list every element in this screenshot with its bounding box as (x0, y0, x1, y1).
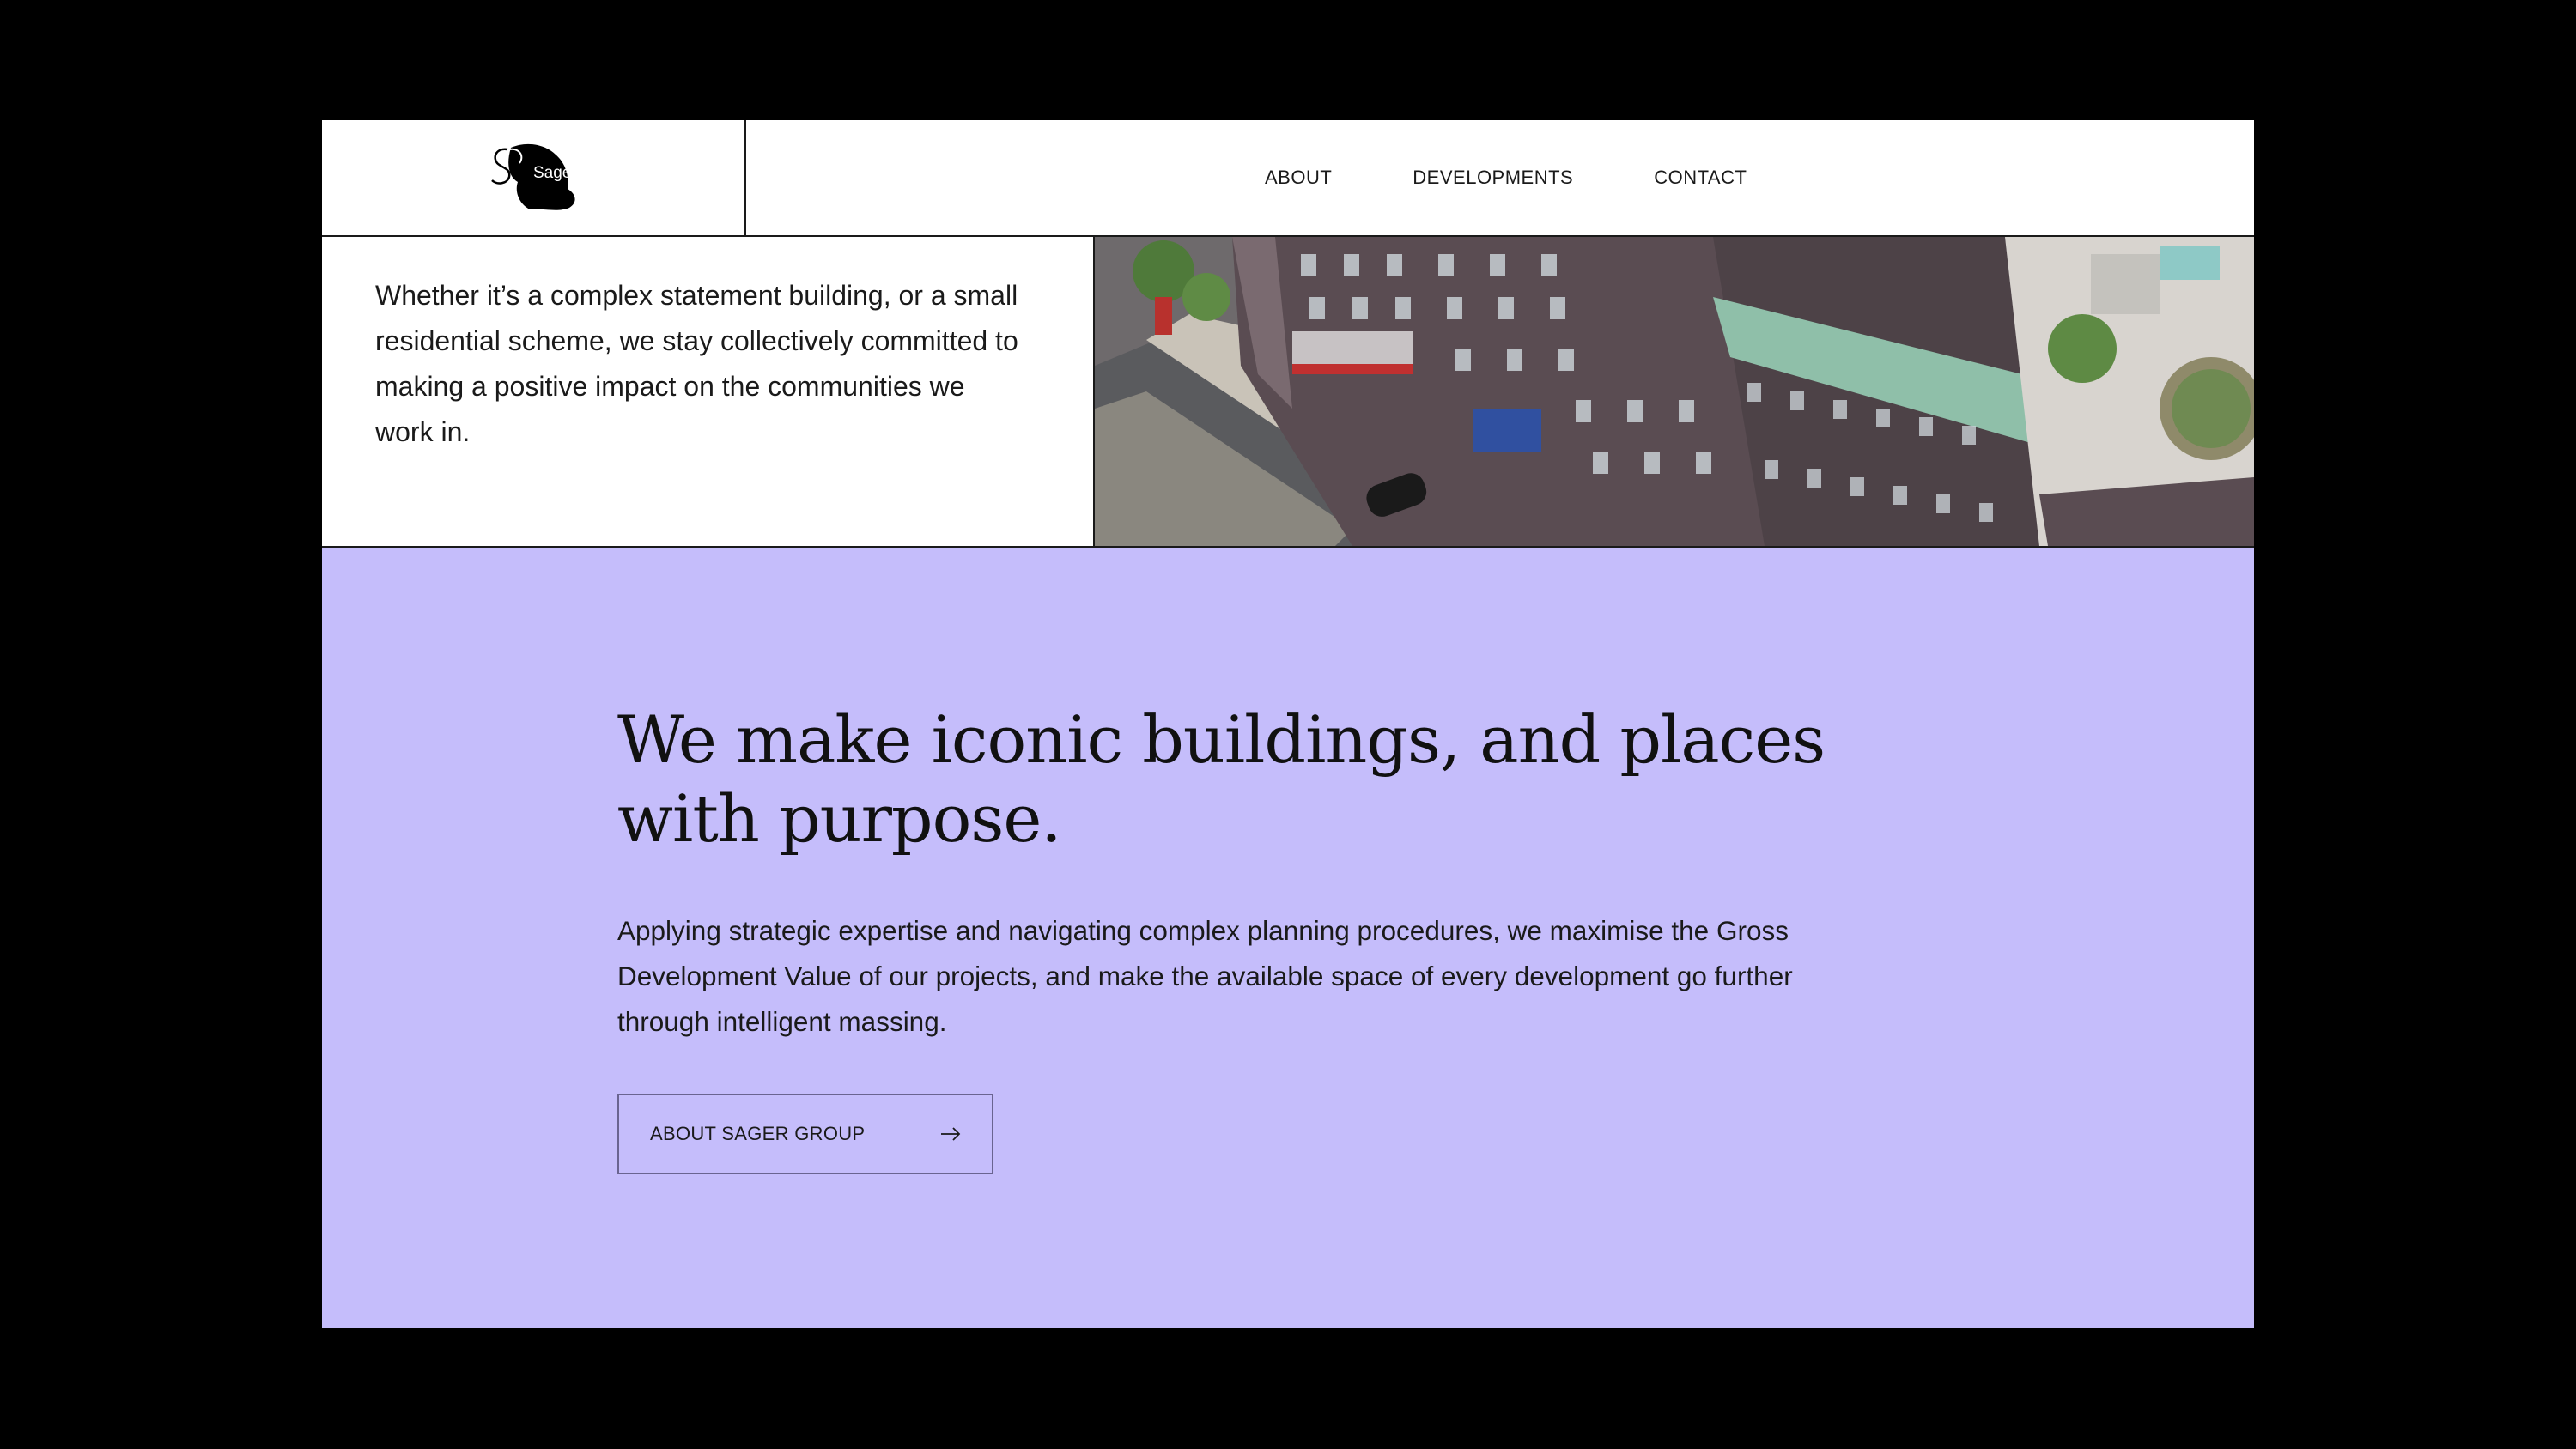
website-frame: Sager ABOUT DEVELOPMENTS CONTACT Whether… (322, 120, 2254, 1328)
section-body: Applying strategic expertise and navigat… (617, 915, 1793, 1037)
intro-paragraph: Whether it’s a complex statement buildin… (375, 280, 1018, 447)
arrow-right-icon (941, 1127, 961, 1141)
intro-text-cell: Whether it’s a complex statement buildin… (322, 237, 1095, 546)
purpose-section: We make iconic buildings, and places wit… (322, 548, 2254, 1328)
about-sager-group-button[interactable]: ABOUT SAGER GROUP (617, 1094, 993, 1174)
intro-section: Whether it’s a complex statement buildin… (322, 237, 2254, 548)
logo-cell: Sager (322, 120, 746, 235)
section-headline: We make iconic buildings, and places wit… (617, 701, 1826, 857)
logo-text: Sager (533, 164, 577, 182)
nav-item-about[interactable]: ABOUT (1265, 167, 1332, 189)
nav-item-developments[interactable]: DEVELOPMENTS (1413, 167, 1573, 189)
sager-logo[interactable]: Sager (485, 139, 580, 213)
nav-item-contact[interactable]: CONTACT (1654, 167, 1747, 189)
aerial-building-photo (1095, 237, 2254, 546)
cta-label: ABOUT SAGER GROUP (650, 1123, 866, 1144)
site-header: Sager ABOUT DEVELOPMENTS CONTACT (322, 120, 2254, 237)
main-nav: ABOUT DEVELOPMENTS CONTACT (1265, 120, 1747, 235)
